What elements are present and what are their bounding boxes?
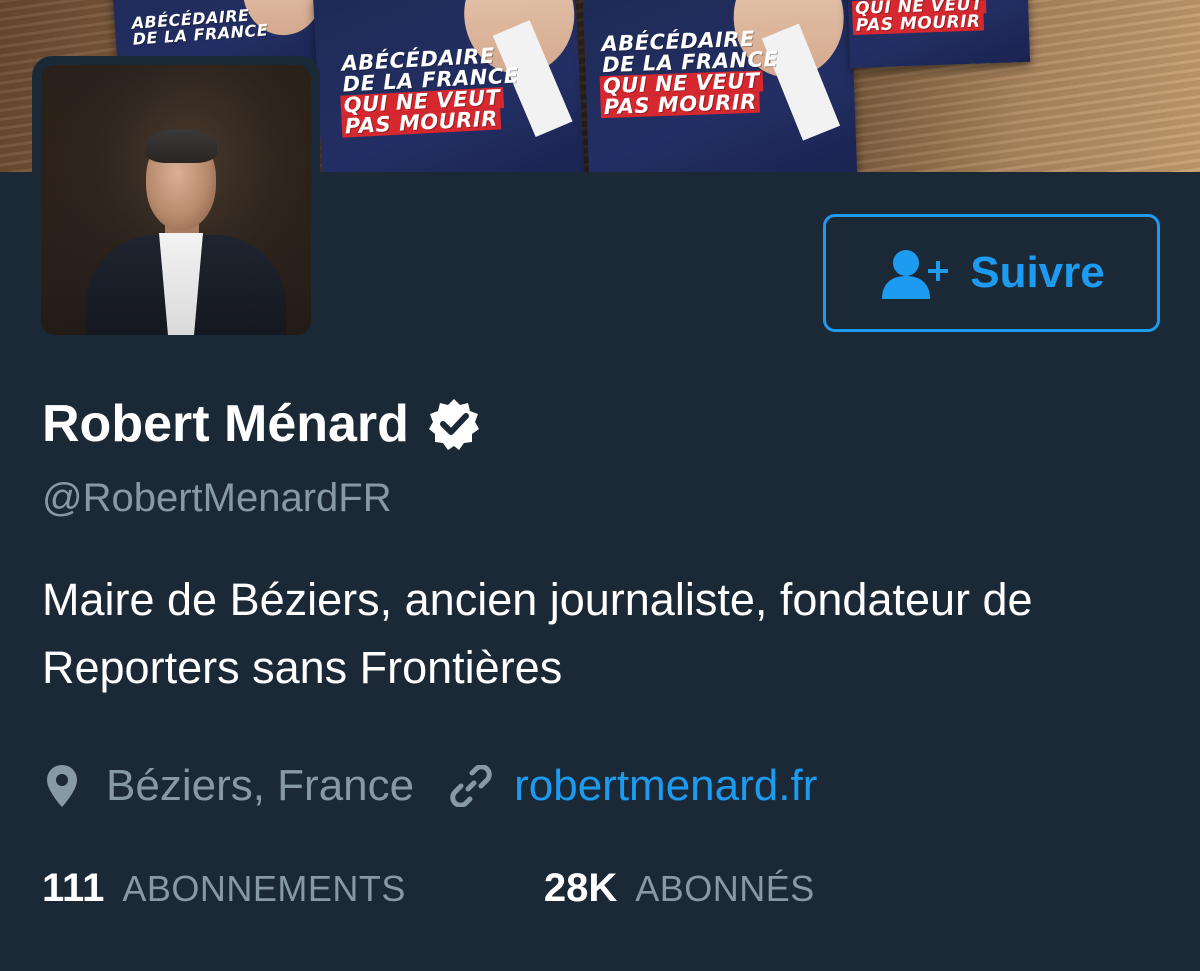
profile-bio: Maire de Béziers, ancien journaliste, fo… <box>42 574 1033 693</box>
following-stat[interactable]: 111 ABONNEMENTS <box>42 866 406 911</box>
profile-website-link[interactable]: robertmenard.fr <box>514 761 817 811</box>
follow-button-label: Suivre <box>970 248 1105 297</box>
book-title-line: PAS MOURIR <box>341 107 502 138</box>
profile-name: Robert Ménard <box>42 395 409 453</box>
profile-meta: Béziers, France robertmenard.fr <box>44 756 817 816</box>
book-title-line: PAS MOURIR <box>852 12 984 36</box>
profile-stats: 111 ABONNEMENTS 28K ABONNÉS <box>42 866 815 922</box>
link-icon <box>450 765 492 807</box>
followers-count: 28K <box>543 866 618 910</box>
followers-stat[interactable]: 28K ABONNÉS <box>544 866 815 911</box>
location-pin-icon <box>47 765 77 807</box>
profile-name-row: Robert Ménard <box>42 388 481 460</box>
book-title-line: PAS MOURIR <box>600 90 761 119</box>
following-label: ABONNEMENTS <box>122 868 406 909</box>
profile-location: Béziers, France <box>106 761 415 810</box>
profile-page: ABÉCÉDAIRE DE LA FRANCE ABÉCÉDAIRE DE LA… <box>0 0 1200 971</box>
following-count: 111 <box>42 866 105 910</box>
avatar-photo <box>41 65 311 335</box>
banner-book: ABÉCÉDAIRE DE LA FRANCE QUI NE VEUT PAS … <box>582 0 858 172</box>
followers-label: ABONNÉS <box>635 868 815 909</box>
profile-avatar[interactable] <box>32 56 320 344</box>
banner-book: ABÉCÉDAIRE DE LA FRANCE QUI NE VEUT PAS … <box>312 0 586 172</box>
profile-handle: @RobertMenardFR <box>42 476 392 520</box>
add-user-icon <box>882 250 949 299</box>
verified-badge-icon <box>428 399 479 450</box>
banner-book: QUI NE VEUT PAS MOURIR <box>845 0 1031 69</box>
follow-button[interactable]: Suivre <box>823 214 1160 332</box>
